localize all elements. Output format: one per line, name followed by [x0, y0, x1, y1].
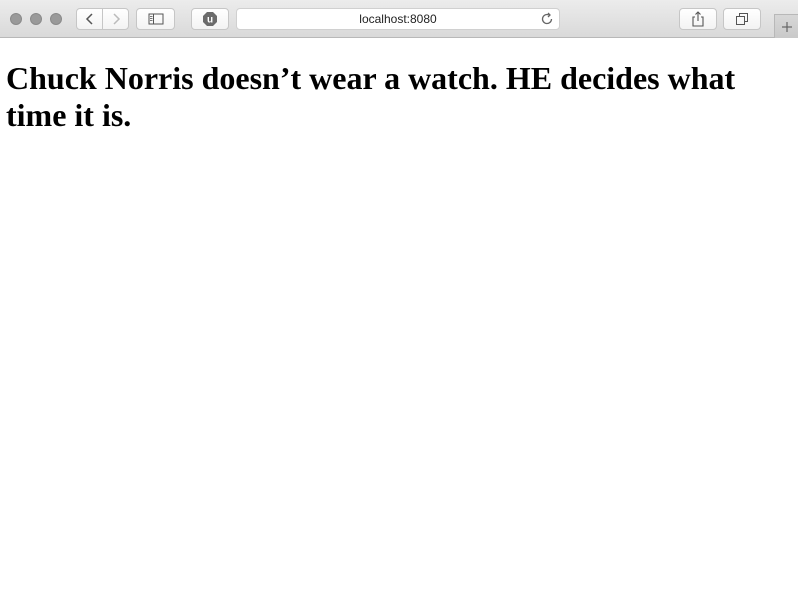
chevron-left-icon [85, 13, 93, 25]
reload-icon[interactable] [540, 12, 554, 26]
share-button[interactable] [679, 8, 717, 30]
extension-button[interactable]: u [191, 8, 229, 30]
plus-icon [781, 21, 792, 32]
forward-button[interactable] [102, 9, 128, 29]
minimize-window-button[interactable] [30, 13, 42, 25]
tabs-icon [736, 13, 748, 25]
history-navigation [76, 8, 129, 30]
share-icon [692, 11, 704, 27]
browser-toolbar: u localhost:8080 [0, 0, 798, 38]
page-heading: Chuck Norris doesn’t wear a watch. HE de… [6, 60, 736, 133]
chevron-right-icon [112, 13, 120, 25]
address-url[interactable]: localhost:8080 [237, 9, 559, 29]
page-content: Chuck Norris doesn’t wear a watch. HE de… [0, 39, 798, 598]
sidebar-button[interactable] [136, 8, 175, 30]
zoom-window-button[interactable] [50, 13, 62, 25]
extension-badge-label: u [207, 15, 213, 26]
tabs-overview-button[interactable] [723, 8, 761, 30]
new-tab-button[interactable] [774, 14, 798, 38]
sidebar-icon [148, 13, 163, 25]
extension-badge-icon: u [203, 12, 217, 26]
close-window-button[interactable] [10, 13, 22, 25]
browser-window: u localhost:8080 Chuck Norris doesn’t we… [0, 0, 798, 598]
address-bar[interactable]: localhost:8080 [236, 8, 560, 30]
back-button[interactable] [77, 9, 102, 29]
